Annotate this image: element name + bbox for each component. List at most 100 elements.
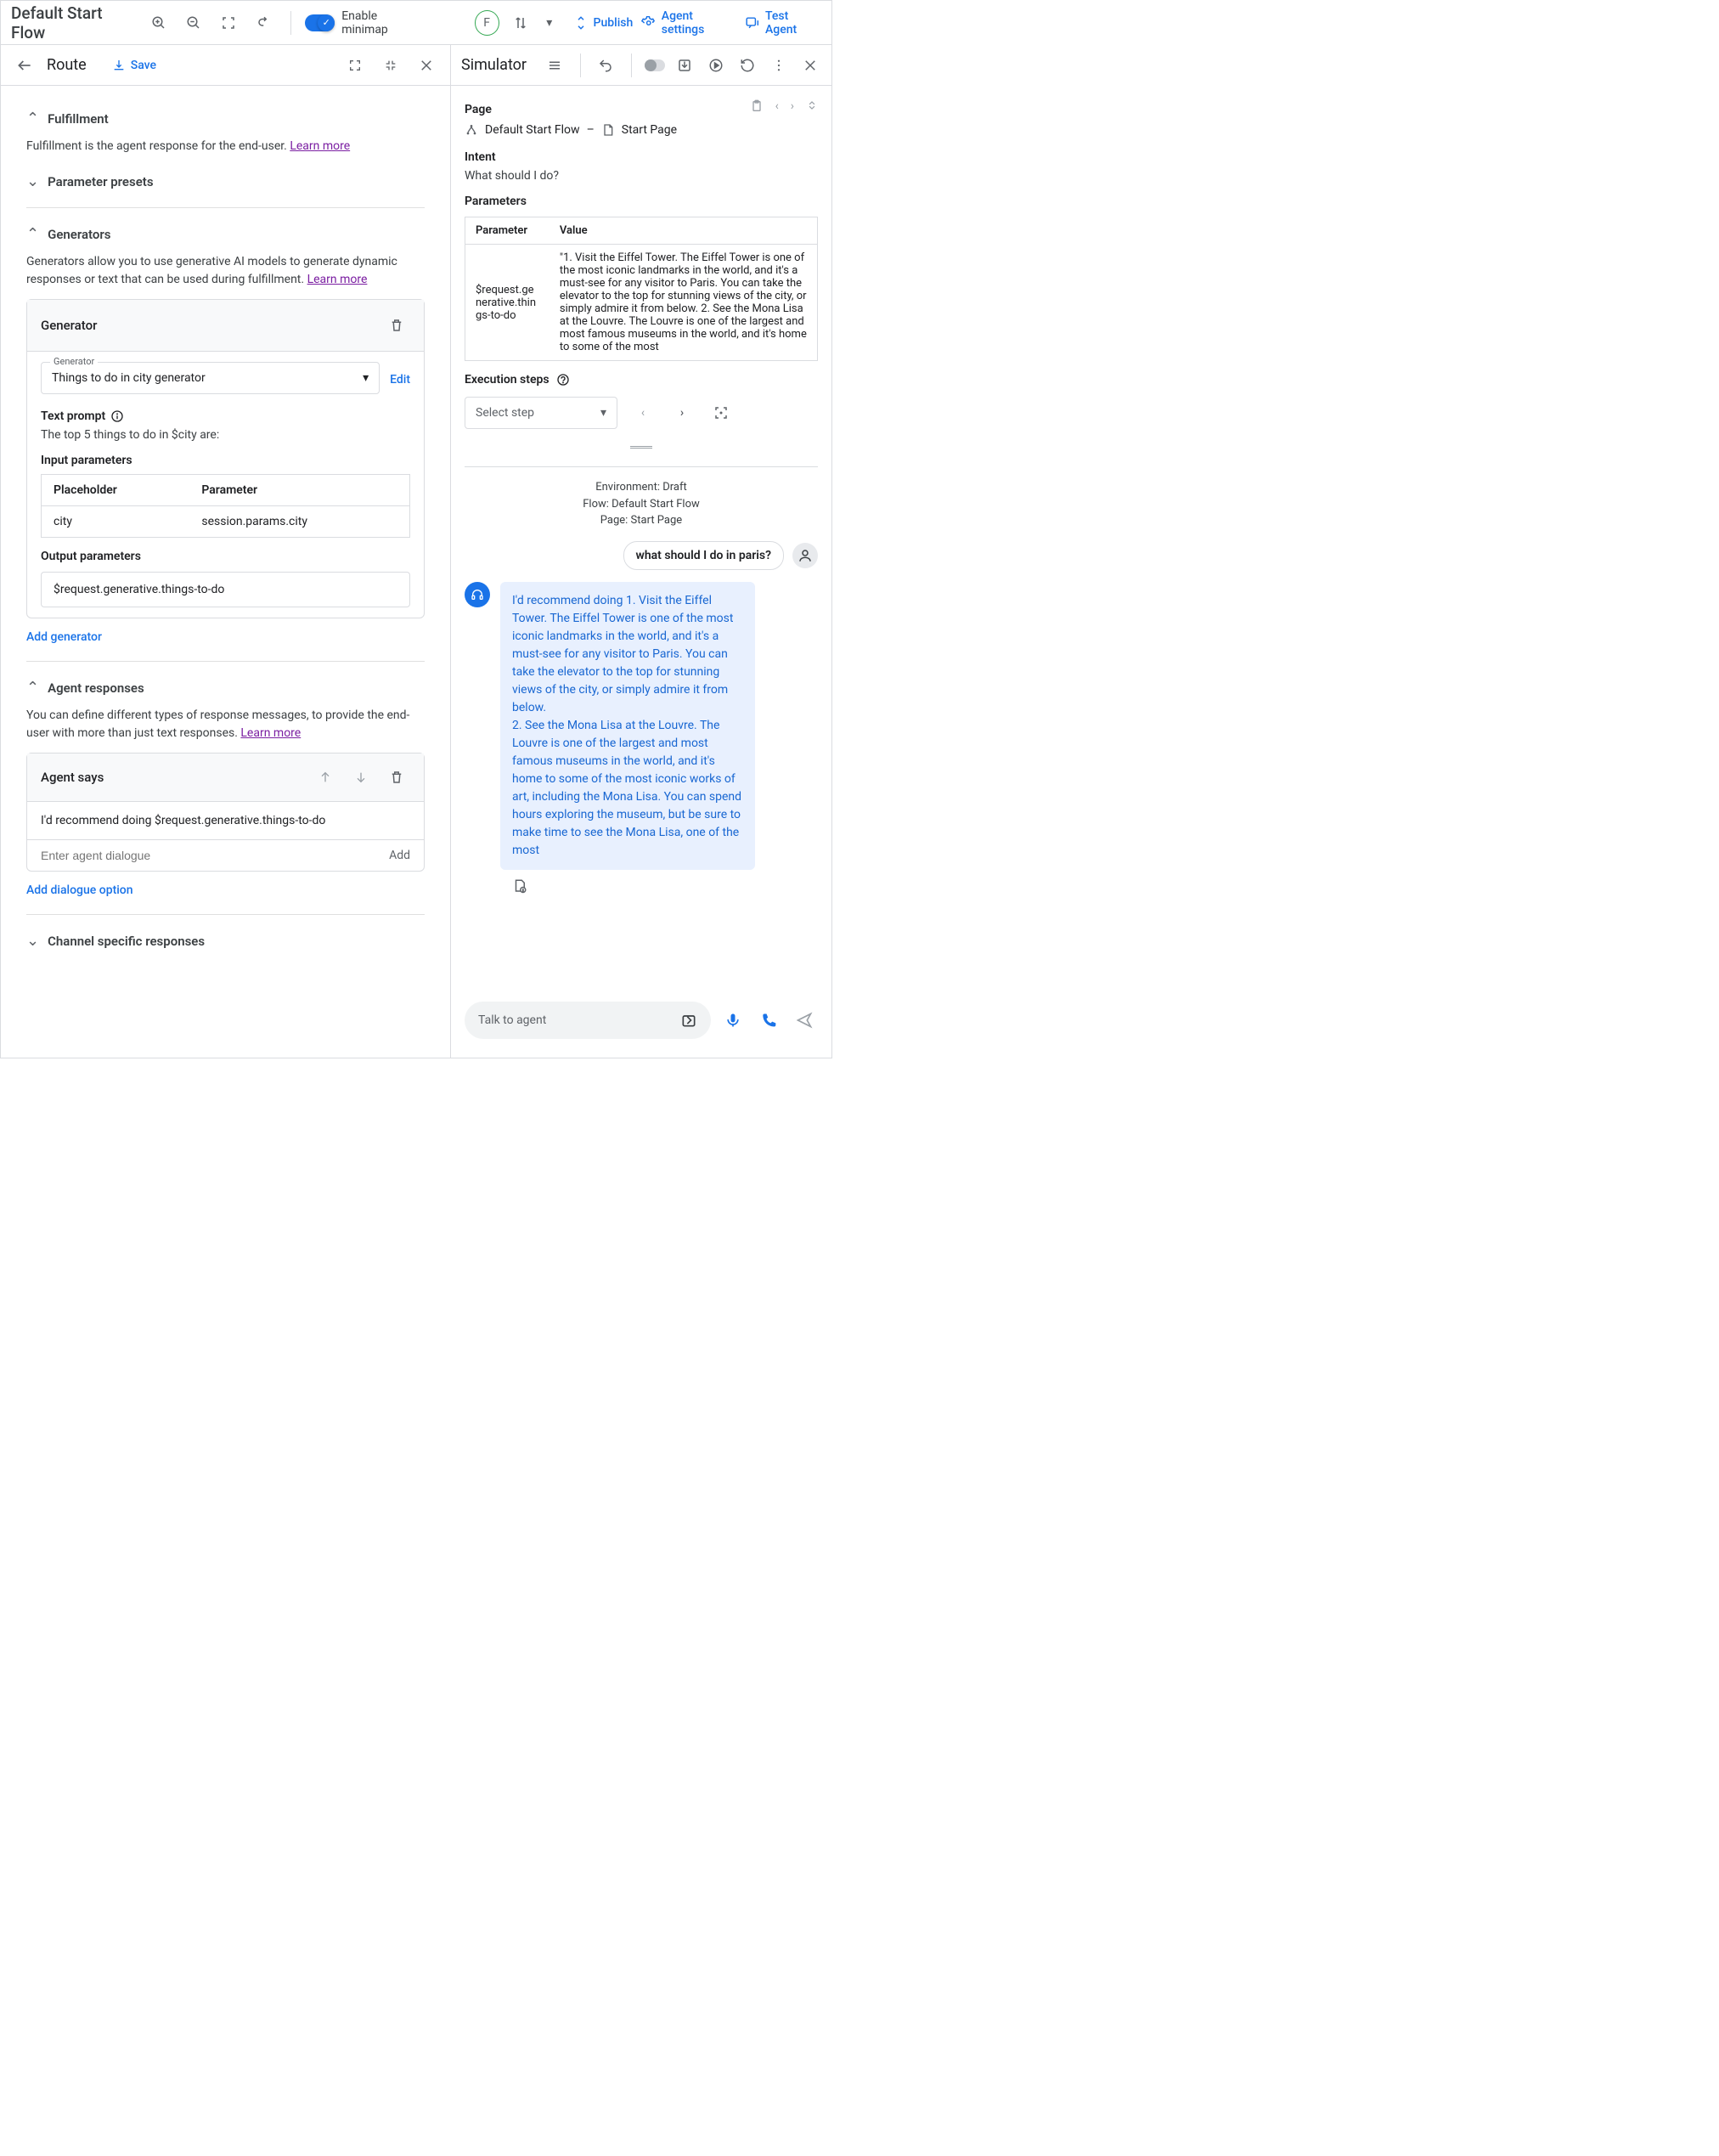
environment-info: Environment: Draft Flow: Default Start F… <box>465 479 818 529</box>
agent-dialogue-input[interactable] <box>41 849 389 862</box>
prev-icon[interactable]: ‹ <box>775 99 779 113</box>
fit-view-icon[interactable] <box>216 9 242 37</box>
agent-message: I'd recommend doing 1. Visit the Eiffel … <box>500 582 755 870</box>
chat-input[interactable]: Talk to agent <box>465 1002 711 1039</box>
learn-more-link[interactable]: Learn more <box>290 139 350 153</box>
flow-title: Default Start Flow <box>11 3 138 42</box>
sort-icon[interactable] <box>508 9 534 37</box>
headset-icon <box>465 582 490 607</box>
channel-responses-toggle[interactable]: ⌄ Channel specific responses <box>26 922 425 960</box>
svg-text:i: i <box>522 888 523 893</box>
add-dialogue-inner[interactable]: Add <box>389 849 410 862</box>
fulfillment-section-toggle[interactable]: ⌃ Fulfillment <box>26 99 425 138</box>
zoom-out-icon[interactable] <box>181 9 207 37</box>
agent-dialogue-value[interactable]: I'd recommend doing $request.generative.… <box>27 802 424 840</box>
rotate-icon[interactable] <box>251 9 277 37</box>
chevron-up-icon: ⌃ <box>26 110 39 127</box>
delete-icon[interactable] <box>383 312 410 339</box>
test-agent-button[interactable]: Test Agent <box>745 9 821 37</box>
move-up-icon[interactable] <box>312 764 339 791</box>
table-row: city session.params.city <box>42 506 410 538</box>
chevron-up-icon: ⌃ <box>26 679 39 697</box>
fullscreen-icon[interactable] <box>341 52 369 79</box>
more-icon[interactable] <box>767 52 790 79</box>
step-next-icon[interactable]: › <box>668 399 696 426</box>
output-params-label: Output parameters <box>41 550 410 563</box>
menu-icon[interactable] <box>544 52 566 79</box>
text-prompt-value: The top 5 things to do in $city are: <box>41 428 410 442</box>
generators-toggle[interactable]: ⌃ Generators <box>26 215 425 253</box>
close-icon[interactable] <box>413 52 440 79</box>
input-params-table: Placeholder Parameter city session.param… <box>41 474 410 538</box>
step-prev-icon[interactable]: ‹ <box>629 399 657 426</box>
next-icon[interactable]: › <box>791 99 794 113</box>
generator-select[interactable]: Generator Things to do in city generator… <box>41 362 380 394</box>
status-toggle[interactable] <box>645 59 664 71</box>
flow-icon <box>465 123 478 137</box>
focus-icon[interactable] <box>707 399 735 426</box>
execution-steps-label: Execution steps <box>465 373 818 387</box>
collapse-icon[interactable] <box>377 52 404 79</box>
parameters-label: Parameters <box>465 195 818 208</box>
collapse-full-icon[interactable] <box>806 99 818 113</box>
play-icon[interactable] <box>705 52 728 79</box>
save-state-icon[interactable] <box>674 52 696 79</box>
breadcrumb: Default Start Flow – Start Page <box>465 116 818 144</box>
avatar[interactable]: F <box>475 10 499 36</box>
back-arrow-icon[interactable] <box>11 52 38 79</box>
generator-card: Generator Generator Things to do in city… <box>26 299 425 618</box>
minimap-toggle[interactable]: ✓ Enable minimap <box>305 9 424 37</box>
person-icon <box>792 543 818 568</box>
add-generator-link[interactable]: Add generator <box>26 630 102 644</box>
reset-icon[interactable] <box>736 52 759 79</box>
page-icon <box>601 123 615 137</box>
intent-label: Intent <box>465 150 818 164</box>
output-param-value[interactable]: $request.generative.things-to-do <box>41 572 410 607</box>
help-icon[interactable] <box>556 373 570 387</box>
close-icon[interactable] <box>798 52 821 79</box>
send-icon[interactable] <box>791 1007 818 1034</box>
learn-more-link[interactable]: Learn more <box>307 273 368 286</box>
chevron-up-icon: ⌃ <box>26 225 39 243</box>
fulfillment-desc: Fulfillment is the agent response for th… <box>26 138 425 155</box>
edit-generator-link[interactable]: Edit <box>390 373 410 387</box>
route-panel: Route Save ⌃ Fulfillment Fulfillment is … <box>1 45 451 1058</box>
phone-icon[interactable] <box>755 1007 782 1034</box>
route-title: Route <box>47 56 87 74</box>
dropdown-arrow-icon: ▾ <box>363 371 369 385</box>
delete-icon[interactable] <box>383 764 410 791</box>
chevron-down-icon: ⌄ <box>26 932 39 950</box>
agent-settings-button[interactable]: Agent settings <box>641 9 736 37</box>
generators-desc: Generators allow you to use generative A… <box>26 253 425 289</box>
step-select[interactable]: Select step▾ <box>465 397 617 429</box>
zoom-in-icon[interactable] <box>146 9 172 37</box>
intent-value: What should I do? <box>465 164 818 188</box>
simulator-panel: Simulator Page ‹ › <box>451 45 831 1058</box>
dropdown-caret-icon[interactable]: ▾ <box>543 9 556 37</box>
agent-responses-desc: You can define different types of respon… <box>26 707 425 742</box>
topbar: Default Start Flow ✓ Enable minimap F ▾ … <box>1 1 831 45</box>
parameter-presets-toggle[interactable]: ⌄ Parameter presets <box>26 162 425 200</box>
save-button[interactable]: Save <box>112 59 156 72</box>
info-icon <box>110 409 124 423</box>
agent-says-card: Agent says I'd recommend doing $request.… <box>26 753 425 872</box>
learn-more-link[interactable]: Learn more <box>240 726 301 740</box>
publish-button[interactable]: Publish <box>573 15 634 31</box>
file-info-icon[interactable]: i <box>512 878 818 894</box>
input-params-label: Input parameters <box>41 454 410 467</box>
clipboard-icon[interactable] <box>750 99 764 113</box>
add-dialogue-option-link[interactable]: Add dialogue option <box>26 883 133 897</box>
mic-icon[interactable] <box>719 1007 747 1034</box>
agent-responses-toggle[interactable]: ⌃ Agent responses <box>26 669 425 707</box>
move-down-icon[interactable] <box>347 764 375 791</box>
parameters-table: Parameter Value $request.generative.thin… <box>465 217 818 361</box>
divider <box>290 11 291 35</box>
resize-handle[interactable] <box>465 444 818 449</box>
undo-icon[interactable] <box>595 52 617 79</box>
text-prompt-label: Text prompt <box>41 409 410 423</box>
user-message: what should I do in paris? <box>623 541 784 570</box>
page-label: Page <box>465 103 492 116</box>
chevron-down-icon: ⌄ <box>26 172 39 190</box>
simulator-title: Simulator <box>461 56 527 74</box>
input-send-icon[interactable] <box>680 1012 697 1029</box>
